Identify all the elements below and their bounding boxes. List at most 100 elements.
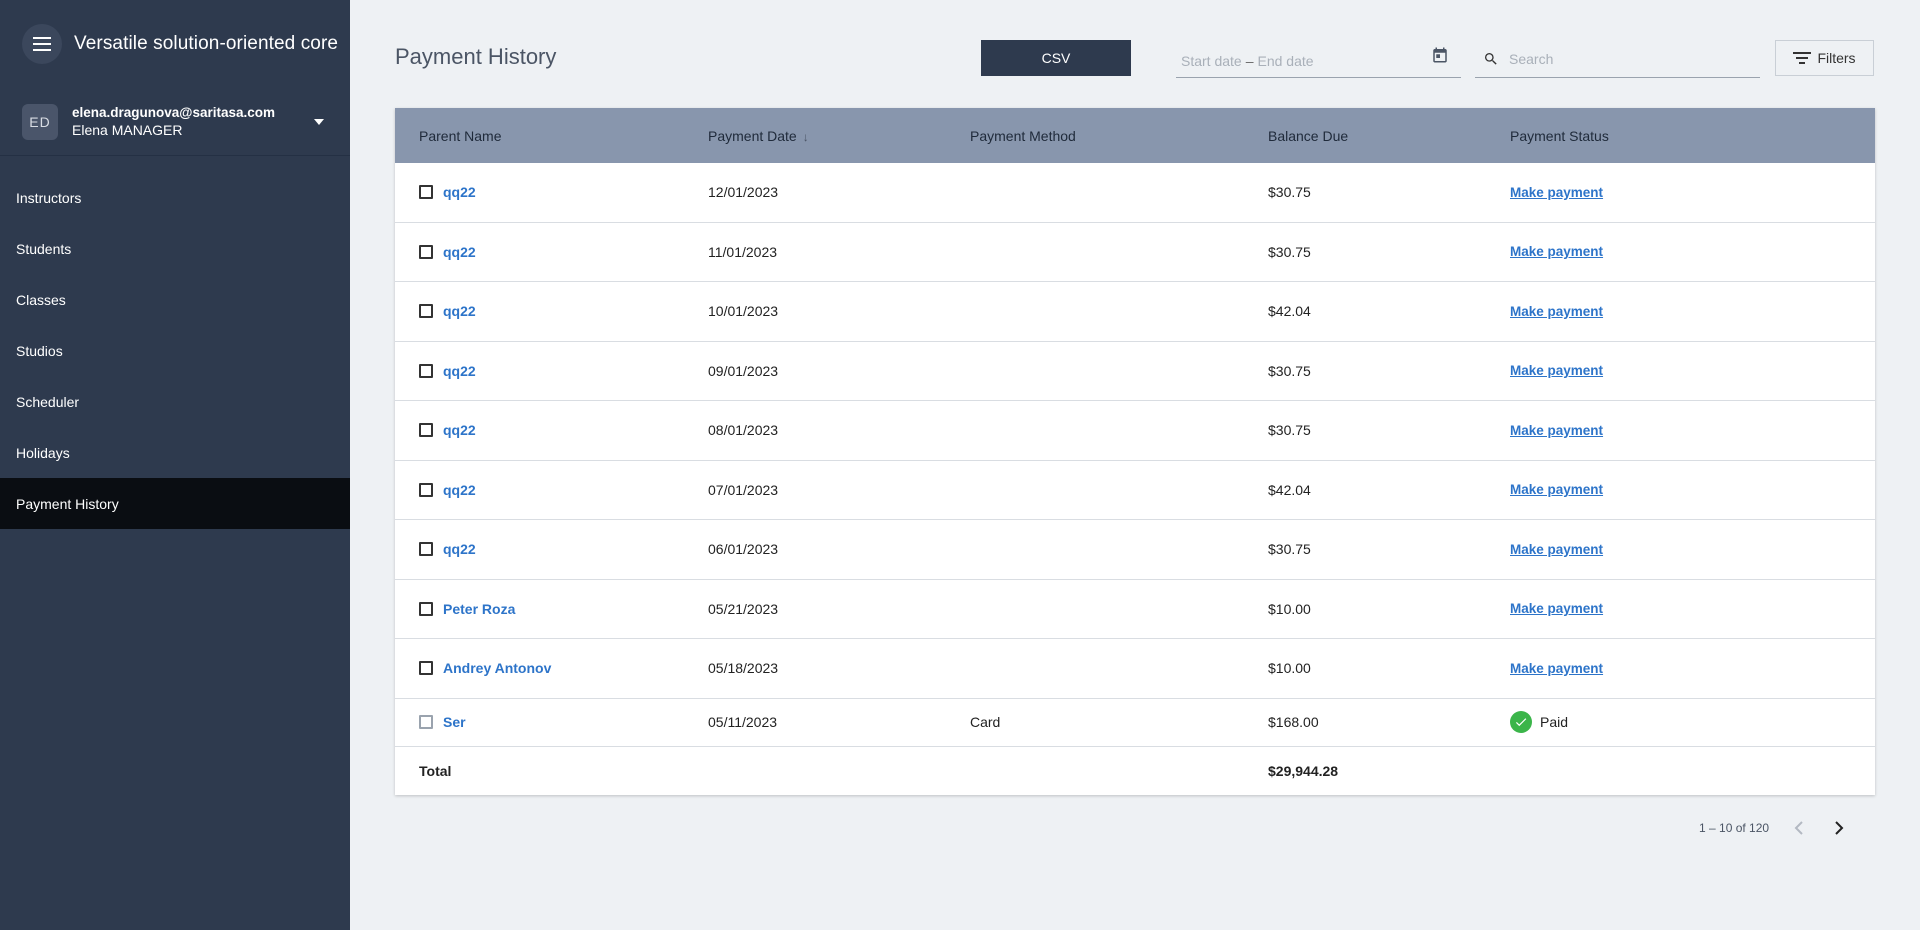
- row-checkbox[interactable]: [419, 244, 433, 259]
- table-row: qq22 06/01/2023 $30.75 Make payment: [395, 520, 1875, 580]
- parent-link[interactable]: qq22: [443, 482, 476, 498]
- sidebar-item-students[interactable]: Students: [0, 223, 350, 274]
- cell-date: 11/01/2023: [708, 243, 778, 260]
- date-separator: –: [1245, 53, 1254, 69]
- table-total-row: Total $29,944.28: [395, 747, 1875, 795]
- row-checkbox[interactable]: [419, 661, 433, 676]
- header-payment-date[interactable]: Payment Date ↓: [708, 128, 970, 144]
- table-row: qq22 09/01/2023 $30.75 Make payment: [395, 342, 1875, 401]
- make-payment-link[interactable]: Make payment: [1510, 661, 1603, 676]
- next-page-button[interactable]: [1825, 814, 1853, 842]
- pagination-range: 1 – 10 of 120: [1699, 821, 1770, 835]
- parent-link[interactable]: qq22: [443, 422, 476, 438]
- prev-page-button[interactable]: [1785, 814, 1813, 842]
- filters-button[interactable]: Filters: [1775, 40, 1874, 76]
- make-payment-link[interactable]: Make payment: [1510, 601, 1603, 616]
- row-checkbox[interactable]: [419, 304, 433, 319]
- filters-label: Filters: [1817, 50, 1856, 66]
- cell-balance: $42.04: [1268, 481, 1311, 498]
- make-payment-link[interactable]: Make payment: [1510, 423, 1603, 438]
- search-input[interactable]: [1509, 50, 1749, 67]
- cell-parent: qq22: [395, 363, 708, 379]
- table-row: Peter Roza 05/21/2023 $10.00 Make paymen…: [395, 580, 1875, 639]
- cell-method: Card: [970, 714, 1001, 730]
- header-parent-name[interactable]: Parent Name: [395, 128, 708, 144]
- cell-date: 05/18/2023: [708, 660, 779, 677]
- make-payment-link[interactable]: Make payment: [1510, 244, 1603, 259]
- parent-link[interactable]: Peter Roza: [443, 601, 515, 617]
- table-row: qq22 07/01/2023 $42.04 Make payment: [395, 461, 1875, 520]
- cell-date: 08/01/2023: [708, 422, 779, 439]
- table-row: qq22 08/01/2023 $30.75 Make payment: [395, 401, 1875, 461]
- menu-button[interactable]: [22, 24, 62, 64]
- cell-parent: Ser: [395, 714, 708, 730]
- make-payment-link[interactable]: Make payment: [1510, 482, 1603, 497]
- sidebar-item-studios[interactable]: Studios: [0, 325, 350, 376]
- cell-date: 05/11/2023: [708, 714, 778, 730]
- cell-parent: Peter Roza: [395, 601, 708, 617]
- cell-date: 06/01/2023: [708, 541, 779, 558]
- cell-balance: $168.00: [1268, 714, 1319, 730]
- make-payment-link[interactable]: Make payment: [1510, 185, 1603, 200]
- parent-link[interactable]: qq22: [443, 184, 476, 200]
- date-range-input[interactable]: Start date – End date: [1176, 40, 1461, 78]
- cell-date: 07/01/2023: [708, 481, 779, 498]
- cell-parent: qq22: [395, 541, 708, 557]
- sidebar-item-scheduler[interactable]: Scheduler: [0, 376, 350, 427]
- row-checkbox[interactable]: [419, 363, 433, 378]
- csv-button[interactable]: CSV: [981, 40, 1131, 76]
- sidebar-item-classes[interactable]: Classes: [0, 274, 350, 325]
- cell-status: Make payment: [1510, 542, 1875, 557]
- parent-link[interactable]: Ser: [443, 714, 466, 730]
- user-info: elena.dragunova@saritasa.com Elena MANAG…: [72, 105, 314, 138]
- parent-link[interactable]: qq22: [443, 244, 476, 260]
- caret-down-icon[interactable]: [314, 118, 324, 125]
- cell-parent: qq22: [395, 244, 708, 260]
- user-panel[interactable]: ED elena.dragunova@saritasa.com Elena MA…: [0, 88, 350, 156]
- cell-status: Make payment: [1510, 661, 1875, 676]
- search-box[interactable]: [1475, 40, 1760, 78]
- sidebar-item-payment-history[interactable]: Payment History: [0, 478, 350, 529]
- row-checkbox[interactable]: [419, 542, 433, 557]
- page-title: Payment History: [395, 44, 557, 69]
- row-checkbox[interactable]: [419, 482, 433, 497]
- make-payment-link[interactable]: Make payment: [1510, 304, 1603, 319]
- check-circle-icon: [1510, 711, 1532, 733]
- cell-status: Make payment: [1510, 482, 1875, 497]
- parent-link[interactable]: qq22: [443, 303, 476, 319]
- row-checkbox[interactable]: [419, 715, 433, 729]
- cell-balance: $30.75: [1268, 362, 1311, 379]
- cell-parent: qq22: [395, 303, 708, 319]
- parent-link[interactable]: qq22: [443, 541, 476, 557]
- paid-status-label: Paid: [1540, 714, 1569, 730]
- cell-balance: $30.75: [1268, 243, 1311, 260]
- total-label: Total: [419, 762, 452, 779]
- pagination: 1 – 10 of 120: [1699, 814, 1853, 842]
- make-payment-link[interactable]: Make payment: [1510, 363, 1603, 378]
- cell-parent: Andrey Antonov: [395, 660, 708, 676]
- parent-link[interactable]: Andrey Antonov: [443, 660, 551, 676]
- cell-status: Make payment: [1510, 185, 1875, 200]
- user-name: Elena MANAGER: [72, 122, 183, 138]
- make-payment-link[interactable]: Make payment: [1510, 542, 1603, 557]
- header-payment-status[interactable]: Payment Status: [1510, 128, 1875, 144]
- header-payment-method[interactable]: Payment Method: [970, 128, 1268, 144]
- sidebar-item-instructors[interactable]: Instructors: [0, 172, 350, 223]
- avatar: ED: [22, 103, 58, 140]
- table-row: Ser 05/11/2023 Card $168.00 Paid: [395, 699, 1875, 747]
- cell-date: 12/01/2023: [708, 184, 779, 201]
- calendar-icon[interactable]: [1431, 46, 1449, 64]
- start-date-field[interactable]: Start date: [1181, 53, 1242, 69]
- sidebar-item-holidays[interactable]: Holidays: [0, 427, 350, 478]
- cell-parent: qq22: [395, 422, 708, 438]
- row-checkbox[interactable]: [419, 601, 433, 616]
- end-date-field[interactable]: End date: [1258, 53, 1314, 69]
- row-checkbox[interactable]: [419, 185, 433, 200]
- parent-link[interactable]: qq22: [443, 363, 476, 379]
- header-balance-due[interactable]: Balance Due: [1268, 128, 1510, 144]
- table-header: Parent Name Payment Date ↓ Payment Method…: [395, 108, 1875, 163]
- table-row: qq22 12/01/2023 $30.75 Make payment: [395, 163, 1875, 223]
- row-checkbox[interactable]: [419, 423, 433, 438]
- cell-balance: $30.75: [1268, 422, 1311, 439]
- cell-date: 09/01/2023: [708, 362, 779, 379]
